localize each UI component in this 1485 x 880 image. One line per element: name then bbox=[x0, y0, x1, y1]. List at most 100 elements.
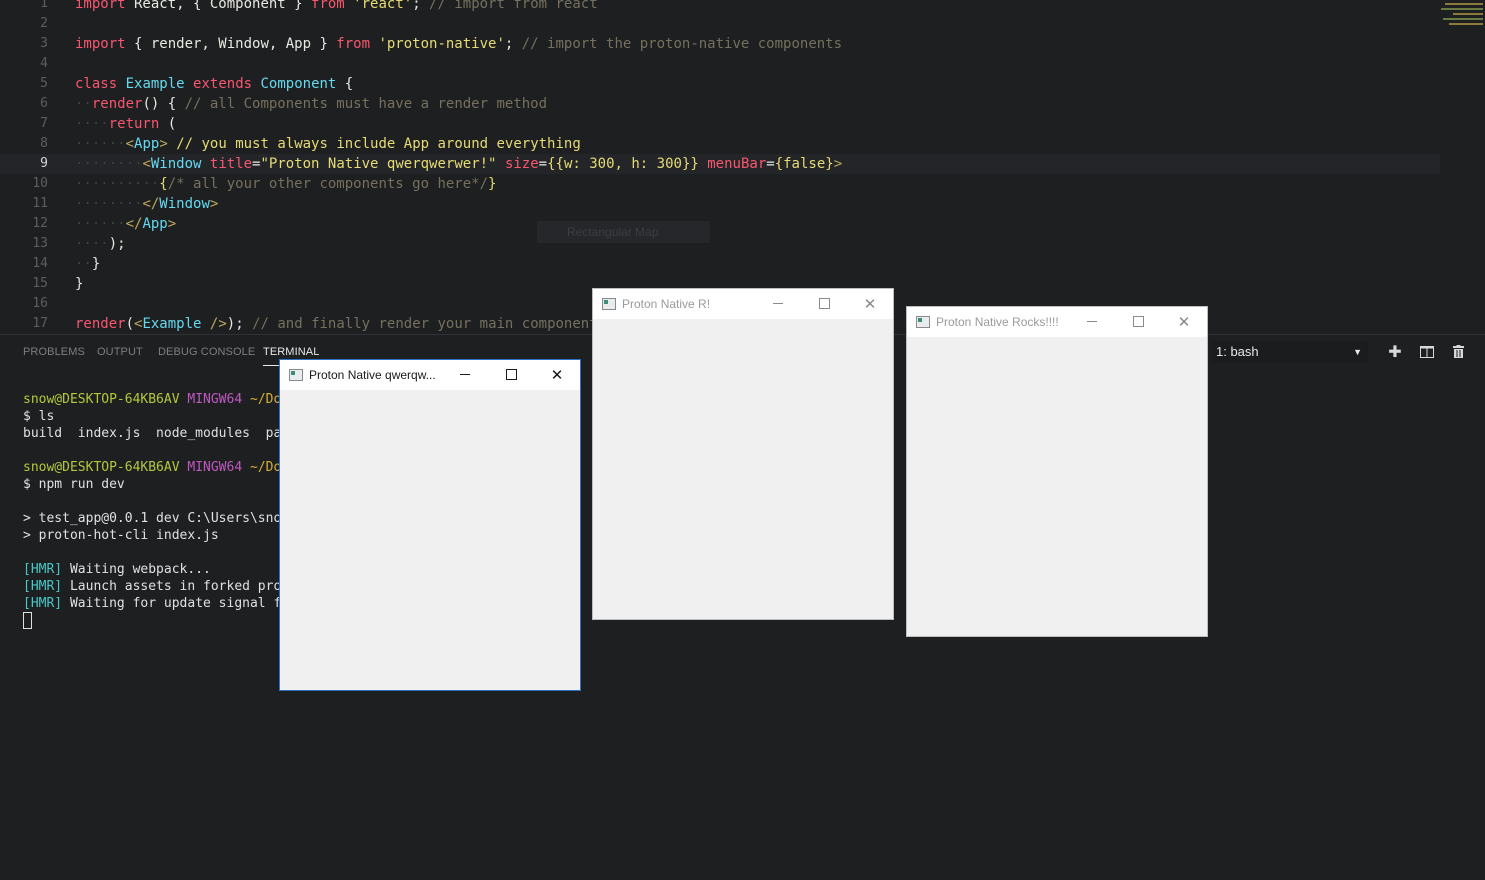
line-number: 13 bbox=[32, 236, 48, 251]
tab-output[interactable]: OUTPUT bbox=[97, 345, 143, 359]
line-number: 15 bbox=[32, 276, 48, 291]
close-icon: ✕ bbox=[550, 366, 564, 384]
code-text: import React, { Component } from 'react'… bbox=[75, 0, 598, 12]
code-line: 5 class Example extends Component { bbox=[0, 74, 1440, 94]
line-number: 16 bbox=[32, 296, 48, 311]
ghost-tooltip: Rectangular Map bbox=[537, 221, 710, 243]
code-line: 6 ··render() { // all Components must ha… bbox=[0, 94, 1440, 114]
code-text: import { render, Window, App } from 'pro… bbox=[75, 36, 843, 52]
code-line: 14 ··} bbox=[0, 254, 1440, 274]
terminal-prompt: snow@DESKTOP-64KB6AV MINGW64 ~/Docume bbox=[23, 460, 313, 475]
line-number: 4 bbox=[40, 56, 48, 71]
code-line: 1 import React, { Component } from 'reac… bbox=[0, 0, 1440, 14]
terminal-line: [HMR] Waiting webpack... bbox=[23, 562, 211, 577]
window-app-icon bbox=[289, 369, 303, 381]
minimize-button[interactable] bbox=[1069, 307, 1115, 337]
line-number: 12 bbox=[32, 216, 48, 231]
proton-window-1[interactable]: Proton Native qwerqw... ✕ bbox=[279, 359, 581, 691]
code-text: ······</App> bbox=[75, 216, 177, 232]
minimize-button[interactable] bbox=[755, 289, 801, 319]
terminal-selector[interactable]: 1: bash ▼ bbox=[1212, 341, 1368, 363]
code-line: 7 ····return ( bbox=[0, 114, 1440, 134]
code-line: 3 import { render, Window, App } from 'p… bbox=[0, 34, 1440, 54]
line-number: 5 bbox=[40, 76, 48, 91]
code-text: ··} bbox=[75, 256, 101, 272]
window-titlebar[interactable]: Proton Native R! ✕ bbox=[593, 289, 893, 319]
line-number: 8 bbox=[40, 136, 48, 151]
close-button[interactable]: ✕ bbox=[847, 289, 893, 319]
code-line: 2 bbox=[0, 14, 1440, 34]
maximize-icon bbox=[505, 369, 517, 380]
minimize-icon bbox=[1087, 321, 1097, 322]
code-line-current: 9 ········<Window title="Proton Native q… bbox=[0, 154, 1440, 174]
line-number: 1 bbox=[40, 0, 48, 11]
terminal-prompt: snow@DESKTOP-64KB6AV MINGW64 ~/Docume bbox=[23, 392, 313, 407]
terminal-output[interactable]: snow@DESKTOP-64KB6AV MINGW64 ~/Docume $ … bbox=[23, 391, 313, 631]
tab-debug-console[interactable]: DEBUG CONSOLE bbox=[158, 345, 255, 359]
maximize-icon bbox=[818, 298, 830, 309]
minimize-icon bbox=[773, 303, 783, 304]
window-title: Proton Native qwerqw... bbox=[309, 368, 436, 382]
code-text: ······<App> // you must always include A… bbox=[75, 136, 581, 152]
close-button[interactable]: ✕ bbox=[1161, 307, 1207, 337]
window-title: Proton Native Rocks!!!! bbox=[936, 315, 1059, 329]
minimap[interactable] bbox=[1440, 0, 1485, 30]
maximize-button[interactable] bbox=[801, 289, 847, 319]
split-icon[interactable] bbox=[1416, 341, 1438, 363]
terminal-line: [HMR] Waiting for update signal from bbox=[23, 596, 305, 611]
code-text: class Example extends Component { bbox=[75, 76, 354, 92]
line-number: 14 bbox=[32, 256, 48, 271]
close-button[interactable]: ✕ bbox=[534, 360, 580, 390]
maximize-button[interactable] bbox=[488, 360, 534, 390]
code-line: 4 bbox=[0, 54, 1440, 74]
code-text: ········<Window title="Proton Native qwe… bbox=[75, 156, 843, 172]
window-app-icon bbox=[916, 316, 930, 328]
code-line: 8 ······<App> // you must always include… bbox=[0, 134, 1440, 154]
line-number: 10 bbox=[32, 176, 48, 191]
chevron-down-icon: ▼ bbox=[1353, 347, 1362, 357]
maximize-button[interactable] bbox=[1115, 307, 1161, 337]
code-text: ··········{/* all your other components … bbox=[75, 176, 497, 192]
minimize-button[interactable] bbox=[442, 360, 488, 390]
code-text: ········</Window> bbox=[75, 196, 219, 212]
code-line: 13 ····); bbox=[0, 234, 1440, 254]
minimize-icon bbox=[460, 374, 470, 375]
tab-problems[interactable]: PROBLEMS bbox=[23, 345, 85, 359]
code-editor[interactable]: 1 import React, { Component } from 'reac… bbox=[0, 0, 1485, 334]
close-icon: ✕ bbox=[863, 295, 877, 313]
code-line: 11 ········</Window> bbox=[0, 194, 1440, 214]
window-title: Proton Native R! bbox=[622, 297, 711, 311]
terminal-line: [HMR] Launch assets in forked process bbox=[23, 579, 313, 594]
code-text: ····); bbox=[75, 236, 126, 252]
terminal-line: > test_app@0.0.1 dev C:\Users\snow\Do bbox=[23, 511, 313, 526]
terminal-line: build index.js node_modules packag bbox=[23, 426, 313, 441]
terminal-line: $ npm run dev bbox=[23, 477, 125, 492]
proton-window-3[interactable]: Proton Native Rocks!!!! ✕ bbox=[906, 306, 1208, 637]
proton-window-2[interactable]: Proton Native R! ✕ bbox=[592, 288, 894, 620]
code-text: ··render() { // all Components must have… bbox=[75, 96, 548, 112]
code-line: 12 ······</App> bbox=[0, 214, 1440, 234]
line-number: 2 bbox=[40, 16, 48, 31]
terminal-line: $ ls bbox=[23, 409, 55, 424]
line-number: 17 bbox=[32, 316, 48, 331]
window-titlebar[interactable]: Proton Native qwerqw... ✕ bbox=[280, 360, 580, 390]
line-number: 6 bbox=[40, 96, 48, 111]
terminal-selector-label: 1: bash bbox=[1216, 344, 1259, 359]
tab-terminal[interactable]: TERMINAL bbox=[263, 345, 320, 366]
line-number: 3 bbox=[40, 36, 48, 51]
line-number: 9 bbox=[40, 156, 48, 171]
close-icon: ✕ bbox=[1177, 313, 1191, 331]
code-text: ····return ( bbox=[75, 116, 177, 132]
window-titlebar[interactable]: Proton Native Rocks!!!! ✕ bbox=[907, 307, 1207, 337]
line-number: 7 bbox=[40, 116, 48, 131]
code-text: render(<Example />); // and finally rend… bbox=[75, 316, 598, 332]
maximize-icon bbox=[1132, 316, 1144, 327]
terminal-line: > proton-hot-cli index.js bbox=[23, 528, 219, 543]
window-app-icon bbox=[602, 298, 616, 310]
terminal-cursor bbox=[23, 612, 32, 629]
trash-icon[interactable] bbox=[1447, 341, 1469, 363]
code-text: } bbox=[75, 276, 84, 292]
line-number: 11 bbox=[32, 196, 48, 211]
code-line: 10 ··········{/* all your other componen… bbox=[0, 174, 1440, 194]
plus-icon[interactable]: ✚ bbox=[1384, 341, 1406, 363]
